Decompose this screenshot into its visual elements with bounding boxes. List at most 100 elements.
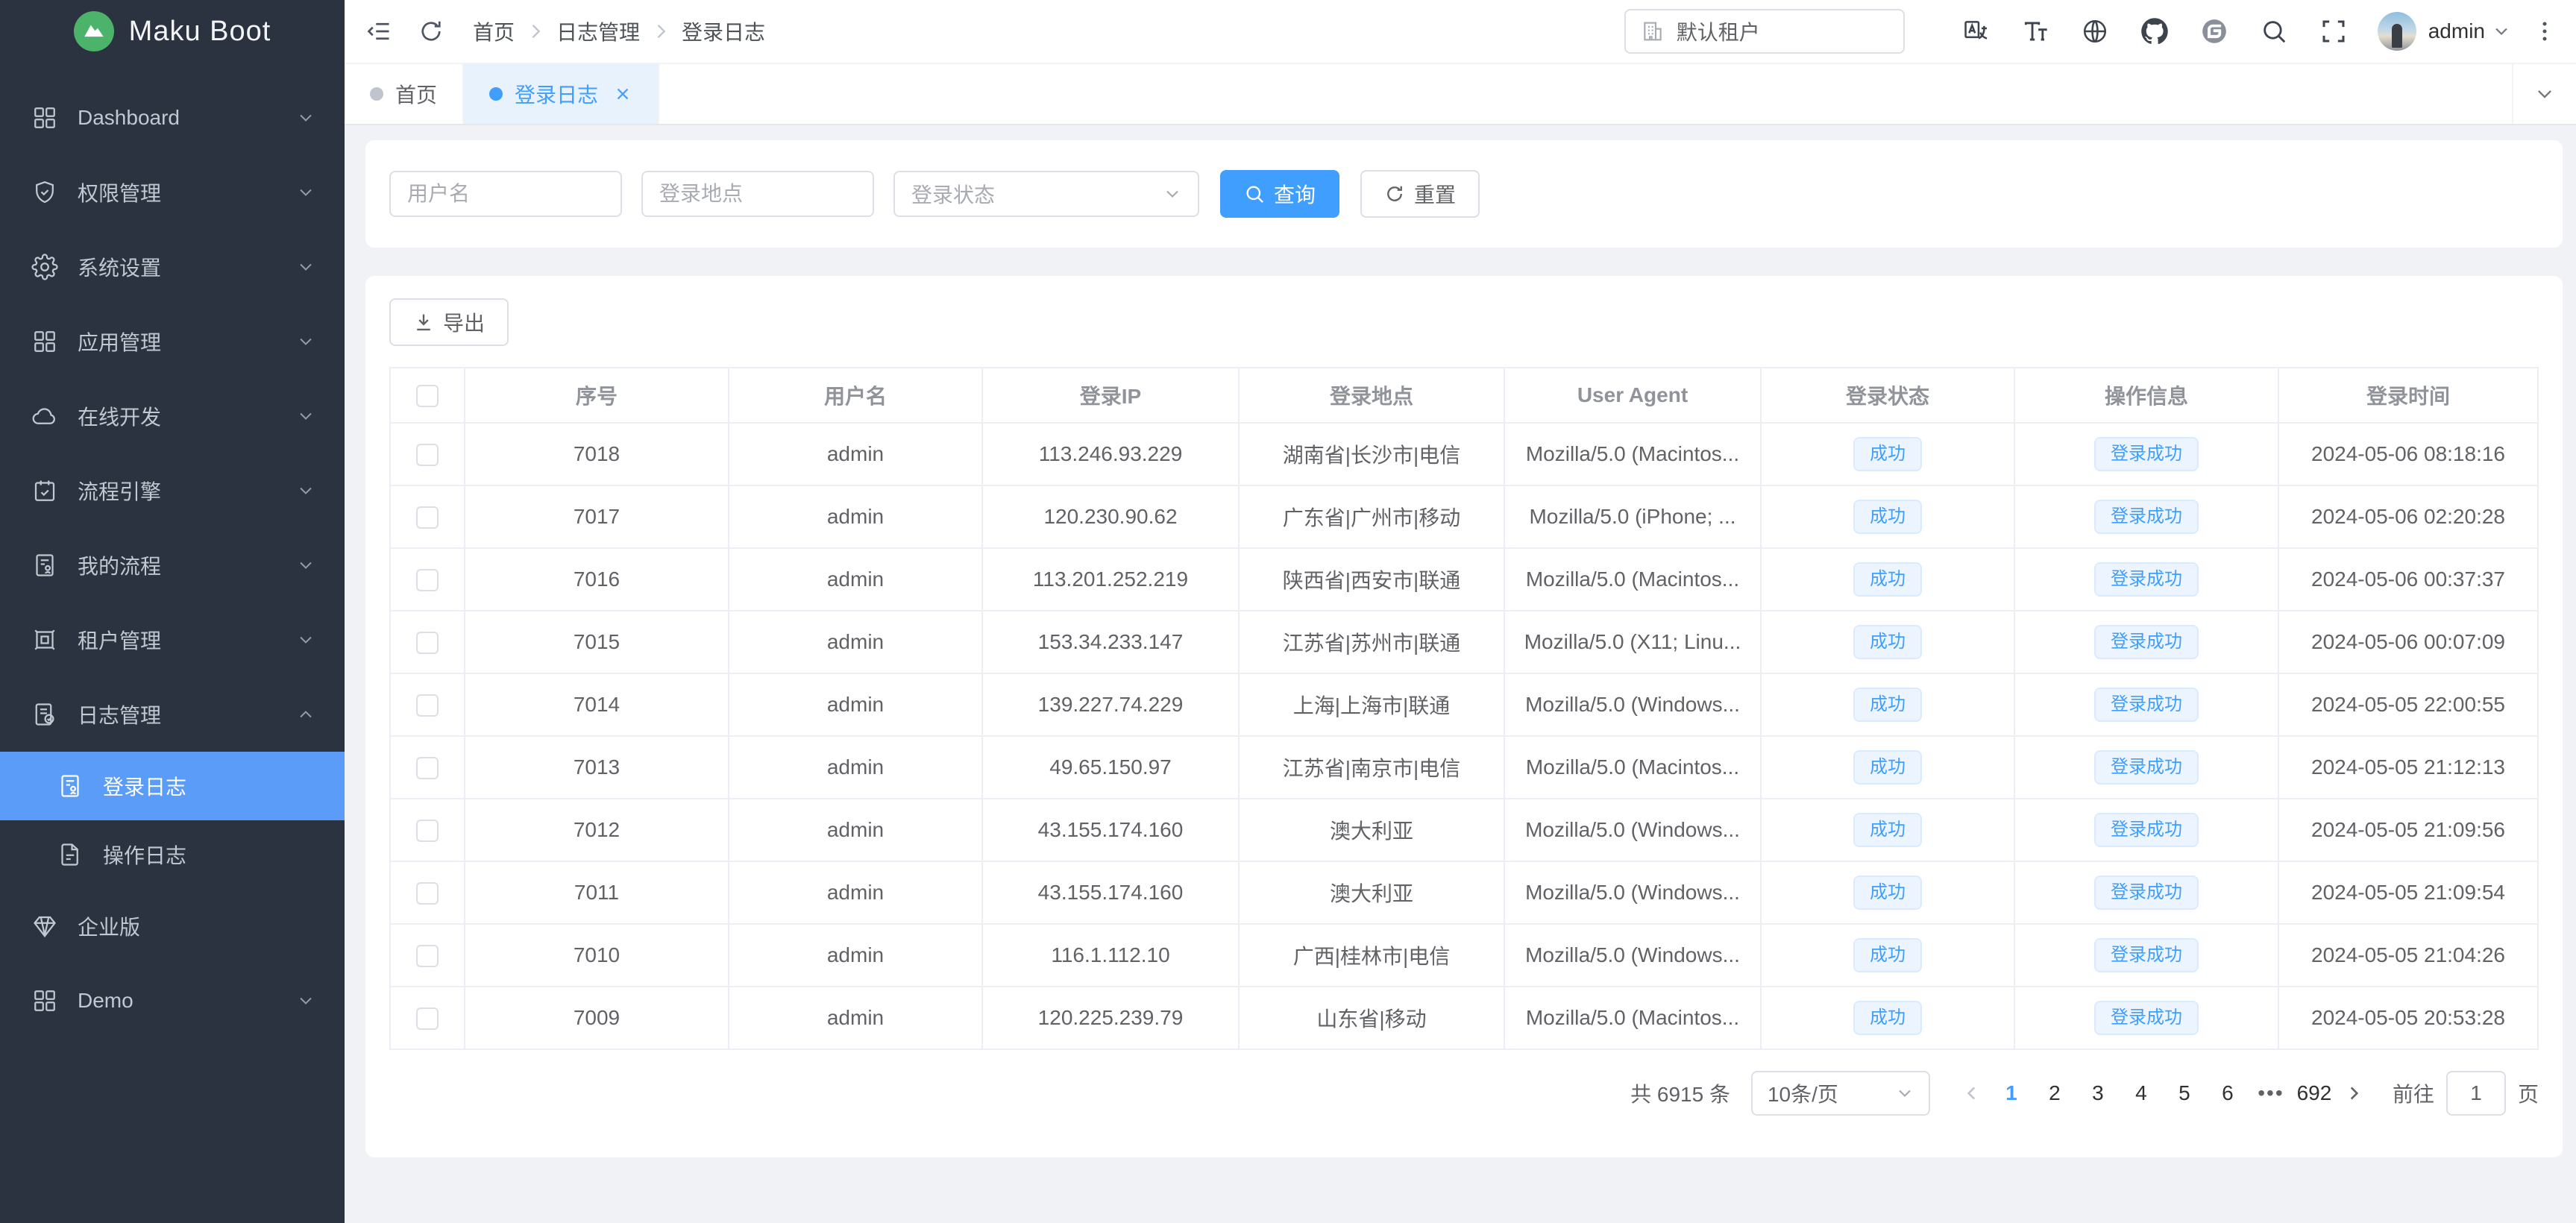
page-number-button[interactable]: 3 — [2076, 1071, 2120, 1116]
operation-info-cell: 登录成功 — [2014, 548, 2278, 611]
operation-badge[interactable]: 登录成功 — [2094, 875, 2199, 910]
kebab-menu-icon[interactable] — [2533, 18, 2557, 45]
sidebar-item-demo[interactable]: Demo — [0, 963, 345, 1038]
tenant-select[interactable]: 默认租户 — [1624, 9, 1905, 54]
row-select-cell — [390, 548, 465, 611]
status-badge[interactable]: 成功 — [1853, 750, 1922, 785]
sidebar-item-process-engine[interactable]: 流程引擎 — [0, 453, 345, 528]
status-badge[interactable]: 成功 — [1853, 813, 1922, 847]
page-number-button[interactable]: 4 — [2120, 1071, 2163, 1116]
operation-badge[interactable]: 登录成功 — [2094, 562, 2199, 597]
operation-badge[interactable]: 登录成功 — [2094, 500, 2199, 534]
page-number-button[interactable]: 2 — [2033, 1071, 2076, 1116]
row-checkbox[interactable] — [416, 569, 439, 591]
main-area: 首页日志管理登录日志 默认租户 admin 首页登录日志 — [345, 0, 2576, 1223]
font-size-icon[interactable] — [2021, 17, 2049, 45]
reset-button-label: 重置 — [1414, 179, 1456, 209]
sidebar-item-permissions[interactable]: 权限管理 — [0, 155, 345, 230]
operation-badge[interactable]: 登录成功 — [2094, 688, 2199, 722]
status-badge[interactable]: 成功 — [1853, 500, 1922, 534]
reset-button[interactable]: 重置 — [1360, 170, 1480, 218]
sidebar-item-log-management[interactable]: 日志管理 — [0, 677, 345, 752]
translate-icon[interactable] — [1961, 17, 1990, 45]
page-number-button[interactable]: 6 — [2206, 1071, 2249, 1116]
sidebar-item-dashboard[interactable]: Dashboard — [0, 81, 345, 155]
row-checkbox[interactable] — [416, 506, 439, 529]
row-checkbox[interactable] — [416, 694, 439, 717]
gitee-icon[interactable] — [2200, 17, 2228, 45]
goto-page-input[interactable] — [2446, 1071, 2506, 1116]
login-ip-cell: 116.1.112.10 — [982, 924, 1239, 987]
status-badge[interactable]: 成功 — [1853, 688, 1922, 722]
select-all-checkbox[interactable] — [416, 385, 439, 407]
row-id-cell: 7018 — [465, 423, 729, 485]
sidebar-item-online-dev[interactable]: 在线开发 — [0, 379, 345, 453]
prev-page-button[interactable] — [1954, 1071, 1990, 1116]
status-badge[interactable]: 成功 — [1853, 938, 1922, 972]
sidebar-item-tenant-management[interactable]: 租户管理 — [0, 603, 345, 677]
search-button[interactable]: 查询 — [1220, 170, 1339, 218]
sidebar-item-system-settings[interactable]: 系统设置 — [0, 230, 345, 304]
username-cell: admin — [729, 924, 982, 987]
login-status-cell: 成功 — [1761, 736, 2014, 799]
status-badge[interactable]: 成功 — [1853, 562, 1922, 597]
status-select[interactable]: 登录状态 — [893, 171, 1199, 217]
export-button[interactable]: 导出 — [389, 298, 509, 346]
status-badge[interactable]: 成功 — [1853, 1001, 1922, 1035]
login-time-cell: 2024-05-05 21:09:54 — [2278, 861, 2538, 924]
breadcrumb-item[interactable]: 日志管理 — [556, 16, 640, 46]
sidebar: Maku Boot Dashboard权限管理系统设置应用管理在线开发流程引擎我… — [0, 0, 345, 1223]
status-badge[interactable]: 成功 — [1853, 625, 1922, 659]
app-logo[interactable]: Maku Boot — [0, 0, 345, 63]
row-checkbox[interactable] — [416, 632, 439, 654]
page-number-button[interactable]: 1 — [1990, 1071, 2033, 1116]
row-checkbox[interactable] — [416, 945, 439, 967]
row-checkbox[interactable] — [416, 757, 439, 779]
fullscreen-icon[interactable] — [2319, 17, 2348, 45]
operation-badge[interactable]: 登录成功 — [2094, 813, 2199, 847]
row-checkbox[interactable] — [416, 444, 439, 466]
tab-actions-dropdown[interactable] — [2512, 64, 2576, 124]
avatar[interactable] — [2378, 12, 2416, 51]
operation-badge[interactable]: 登录成功 — [2094, 625, 2199, 659]
page-number-button[interactable]: 692 — [2293, 1071, 2336, 1116]
sidebar-item-app-management[interactable]: 应用管理 — [0, 304, 345, 379]
next-page-button[interactable] — [2336, 1071, 2372, 1116]
chevron-right-icon — [2344, 1084, 2363, 1103]
breadcrumb: 首页 日志管理 登录日志 — [473, 16, 765, 46]
username-cell: admin — [729, 987, 982, 1049]
page-size-select[interactable]: 10条/页 — [1751, 1071, 1930, 1116]
tab-home[interactable]: 首页 — [345, 64, 464, 124]
sidebar-item-enterprise[interactable]: 企业版 — [0, 889, 345, 963]
close-icon[interactable] — [613, 84, 632, 104]
sidebar-item-login-log[interactable]: 登录日志 — [0, 752, 345, 820]
github-icon[interactable] — [2140, 17, 2169, 45]
row-checkbox[interactable] — [416, 1007, 439, 1030]
operation-badge[interactable]: 登录成功 — [2094, 750, 2199, 785]
status-badge[interactable]: 成功 — [1853, 875, 1922, 910]
breadcrumb-item[interactable]: 首页 — [473, 16, 515, 46]
operation-badge[interactable]: 登录成功 — [2094, 437, 2199, 471]
operation-badge[interactable]: 登录成功 — [2094, 938, 2199, 972]
sidebar-item-my-process[interactable]: 我的流程 — [0, 528, 345, 603]
user-agent-cell: Mozilla/5.0 (Macintos... — [1504, 736, 1761, 799]
row-checkbox[interactable] — [416, 882, 439, 905]
sidebar-item-operation-log[interactable]: 操作日志 — [0, 820, 345, 889]
user-menu[interactable]: admin — [2428, 19, 2485, 43]
refresh-icon[interactable] — [418, 18, 444, 45]
tab-login-log[interactable]: 登录日志 — [464, 64, 659, 124]
operation-badge[interactable]: 登录成功 — [2094, 1001, 2199, 1035]
search-icon[interactable] — [2260, 17, 2288, 45]
collapse-sidebar-icon[interactable] — [365, 18, 392, 45]
status-badge[interactable]: 成功 — [1853, 437, 1922, 471]
page-number-button[interactable]: 5 — [2163, 1071, 2206, 1116]
breadcrumb-item[interactable]: 登录日志 — [682, 16, 765, 46]
location-input[interactable] — [641, 171, 874, 217]
tab-label: 首页 — [395, 79, 437, 109]
username-input[interactable] — [389, 171, 622, 217]
login-location-cell: 陕西省|西安市|联通 — [1239, 548, 1504, 611]
chevron-down-icon[interactable] — [2492, 22, 2510, 40]
more-pages-button[interactable]: ••• — [2249, 1071, 2293, 1116]
globe-icon[interactable] — [2081, 17, 2109, 45]
row-checkbox[interactable] — [416, 820, 439, 842]
